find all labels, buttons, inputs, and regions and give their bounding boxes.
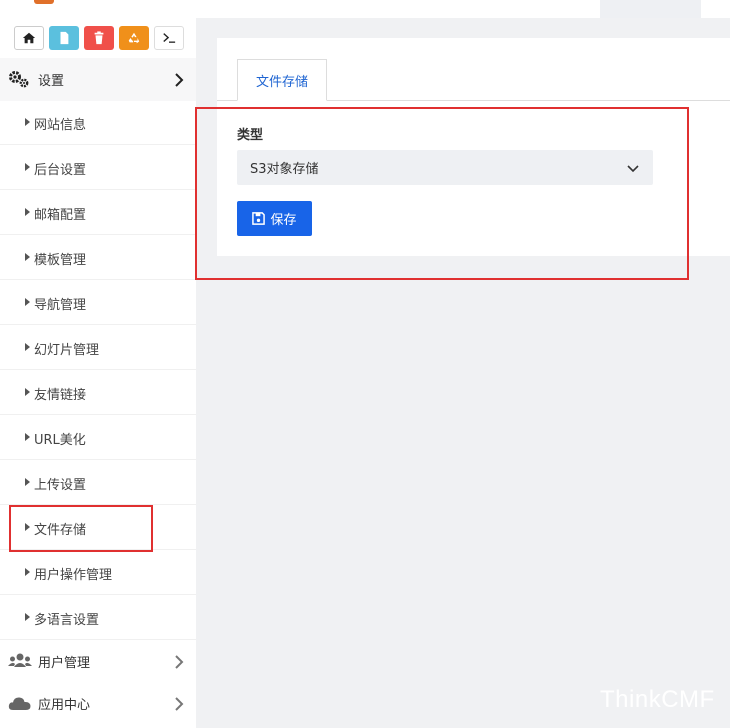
sidebar-item-slides[interactable]: 幻灯片管理: [0, 325, 196, 370]
file-button[interactable]: [49, 26, 79, 50]
terminal-button[interactable]: [154, 26, 184, 50]
sidebar-item-templates[interactable]: 模板管理: [0, 235, 196, 280]
caret-right-icon: [25, 613, 30, 621]
recycle-icon: [128, 32, 140, 44]
file-icon: [60, 31, 69, 45]
sidebar-item-label: 上传设置: [34, 478, 87, 493]
chevron-right-icon: [174, 654, 184, 673]
top-tab[interactable]: [600, 0, 701, 18]
caret-right-icon: [25, 388, 30, 396]
sidebar-item-label: 后台设置: [34, 163, 87, 178]
clear-cache-button[interactable]: [84, 26, 114, 50]
caret-right-icon: [25, 163, 30, 171]
caret-right-icon: [25, 253, 30, 261]
logo: [34, 0, 54, 4]
recycle-button[interactable]: [119, 26, 149, 50]
home-icon: [22, 32, 36, 44]
menu-user-management[interactable]: 用户管理: [0, 640, 196, 683]
caret-right-icon: [25, 343, 30, 351]
users-icon: [8, 652, 32, 676]
sidebar-item-languages[interactable]: 多语言设置: [0, 595, 196, 640]
sidebar-item-label: 友情链接: [34, 388, 87, 403]
sidebar-item-mail-config[interactable]: 邮箱配置: [0, 190, 196, 235]
menu-settings-label: 设置: [38, 74, 65, 89]
caret-right-icon: [25, 568, 30, 576]
highlight-box-sidebar: [9, 505, 153, 552]
sidebar-item-label: 模板管理: [34, 253, 87, 268]
sidebar-item-site-info[interactable]: 网站信息: [0, 100, 196, 145]
caret-right-icon: [25, 298, 30, 306]
home-button[interactable]: [14, 26, 44, 50]
caret-right-icon: [25, 208, 30, 216]
caret-right-icon: [25, 478, 30, 486]
sidebar: 设置 网站信息 后台设置 邮箱配置 模板管理 导航管理 幻灯片管理 友情链接 U…: [0, 18, 196, 728]
sidebar-item-label: 网站信息: [34, 118, 87, 133]
sidebar-item-label: URL美化: [34, 433, 86, 448]
sidebar-item-links[interactable]: 友情链接: [0, 370, 196, 415]
sidebar-item-admin-settings[interactable]: 后台设置: [0, 145, 196, 190]
highlight-box-content: [195, 107, 689, 280]
sidebar-item-label: 幻灯片管理: [34, 343, 100, 358]
menu-app-center-label: 应用中心: [38, 698, 91, 713]
caret-right-icon: [25, 433, 30, 441]
terminal-icon: [163, 33, 176, 43]
chevron-right-icon: [174, 696, 184, 715]
top-bar: [0, 0, 730, 18]
sidebar-item-upload-settings[interactable]: 上传设置: [0, 460, 196, 505]
menu-user-management-label: 用户管理: [38, 656, 91, 671]
sidebar-item-label: 用户操作管理: [34, 568, 113, 583]
menu-settings[interactable]: 设置: [0, 58, 196, 101]
sidebar-item-navigation[interactable]: 导航管理: [0, 280, 196, 325]
sidebar-item-label: 邮箱配置: [34, 208, 87, 223]
tab-file-storage[interactable]: 文件存储: [237, 59, 327, 101]
quick-actions: [14, 26, 184, 50]
chevron-right-icon: [174, 72, 184, 91]
sidebar-item-label: 多语言设置: [34, 613, 100, 628]
caret-right-icon: [25, 118, 30, 126]
sidebar-item-label: 导航管理: [34, 298, 87, 313]
trash-icon: [94, 31, 104, 45]
cloud-icon: [8, 694, 32, 718]
watermark: ThinkCMF: [600, 686, 715, 713]
menu-app-center[interactable]: 应用中心: [0, 682, 196, 725]
gears-icon: [8, 70, 32, 94]
sidebar-item-url-beautify[interactable]: URL美化: [0, 415, 196, 460]
sidebar-item-user-actions[interactable]: 用户操作管理: [0, 550, 196, 595]
